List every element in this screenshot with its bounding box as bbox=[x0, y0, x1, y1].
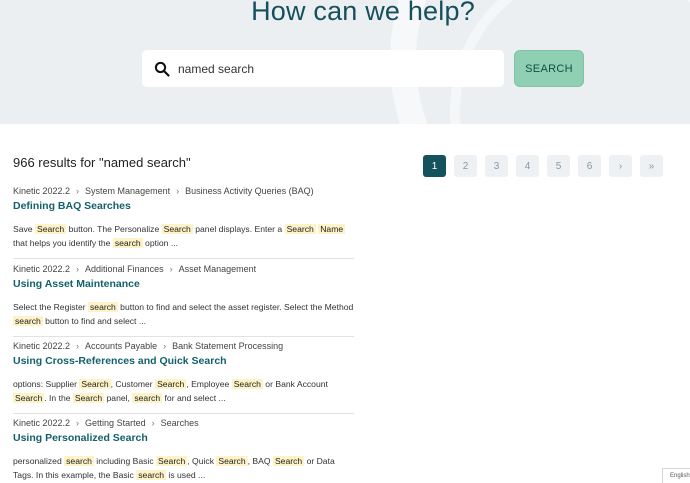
search-term-highlight: Search bbox=[72, 393, 105, 403]
result-snippet: Save Search button. The Personalize Sear… bbox=[13, 222, 354, 250]
snippet-text: options: Supplier bbox=[13, 379, 80, 389]
search-term-highlight: search bbox=[13, 316, 43, 326]
breadcrumb-separator-icon: › bbox=[169, 264, 173, 274]
search-term-highlight: Search bbox=[34, 224, 67, 234]
result-divider bbox=[13, 258, 354, 259]
page-button-5[interactable]: 5 bbox=[547, 155, 570, 177]
result-item: Kinetic 2022.2 › Getting Started › Searches U… bbox=[13, 418, 354, 482]
result-title-link[interactable]: Defining BAQ Searches bbox=[13, 200, 354, 212]
breadcrumb-item[interactable]: Searches bbox=[161, 418, 199, 428]
breadcrumb-item[interactable]: System Management bbox=[85, 186, 170, 196]
breadcrumb-separator-icon: › bbox=[76, 264, 80, 274]
breadcrumb-separator-icon: › bbox=[76, 418, 80, 428]
results-count: 966 results for "named search" bbox=[13, 155, 191, 170]
snippet-text: button to find and select the asset regi… bbox=[117, 302, 354, 312]
result-title-link[interactable]: Using Asset Maintenance bbox=[13, 278, 354, 290]
page-title: How can we help? bbox=[251, 0, 475, 26]
breadcrumb-item[interactable]: Bank Statement Processing bbox=[172, 341, 283, 351]
result-snippet: options: Supplier Search, Customer Searc… bbox=[13, 377, 354, 405]
search-button[interactable]: SEARCH bbox=[514, 50, 584, 87]
search-term-highlight: Search bbox=[156, 456, 188, 466]
pagination: 1 2 3 4 5 6 › » bbox=[423, 155, 663, 177]
breadcrumb-separator-icon: › bbox=[151, 418, 155, 428]
search-term-highlight: Search bbox=[155, 379, 187, 389]
page-button-1[interactable]: 1 bbox=[423, 155, 446, 177]
search-term-highlight: search bbox=[112, 238, 143, 248]
snippet-text: panel, bbox=[104, 393, 133, 403]
breadcrumb-item[interactable]: Asset Management bbox=[179, 264, 257, 274]
search-term-highlight: Search bbox=[13, 393, 45, 403]
search-term-highlight: Search bbox=[231, 379, 263, 389]
result-title-link[interactable]: Using Personalized Search bbox=[13, 432, 354, 444]
search-term-highlight: Search bbox=[161, 224, 193, 234]
result-snippet: Select the Register search button to fin… bbox=[13, 300, 354, 328]
breadcrumb: Kinetic 2022.2 › Getting Started › Searches bbox=[13, 418, 354, 428]
search-box[interactable] bbox=[142, 50, 504, 87]
breadcrumb-item[interactable]: Business Activity Queries (BAQ) bbox=[185, 186, 314, 196]
snippet-text: is used ... bbox=[166, 470, 206, 480]
snippet-text: or Bank Account bbox=[262, 379, 328, 389]
snippet-text: Select the Register bbox=[13, 302, 88, 312]
snippet-text: that helps you identify the bbox=[13, 238, 113, 248]
breadcrumb: Kinetic 2022.2 › Additional Finances › Asset… bbox=[13, 264, 354, 274]
snippet-text: including Basic bbox=[93, 456, 157, 466]
search-term-highlight: Search bbox=[79, 379, 111, 389]
page-button-6[interactable]: 6 bbox=[578, 155, 601, 177]
result-item: Kinetic 2022.2 › System Management › Busines… bbox=[13, 186, 354, 250]
search-term-highlight: Search bbox=[216, 456, 248, 466]
snippet-text: , BAQ bbox=[247, 456, 273, 466]
breadcrumb-separator-icon: › bbox=[76, 186, 80, 196]
search-term-highlight: Search bbox=[272, 456, 305, 466]
result-title-link[interactable]: Using Cross-References and Quick Search bbox=[13, 355, 354, 367]
search-term-highlight: search bbox=[64, 456, 94, 466]
snippet-text: button to find and select ... bbox=[42, 316, 146, 326]
result-item: Kinetic 2022.2 › Additional Finances › Asset… bbox=[13, 264, 354, 328]
snippet-text: button. The Personalize bbox=[66, 224, 162, 234]
search-icon bbox=[154, 61, 170, 77]
search-term-highlight: search bbox=[136, 470, 167, 480]
search-term-highlight: Search bbox=[284, 224, 316, 234]
result-divider bbox=[13, 413, 354, 414]
page-button-3[interactable]: 3 bbox=[485, 155, 508, 177]
next-page-button[interactable]: › bbox=[609, 155, 632, 177]
search-term-highlight: Name bbox=[318, 224, 346, 234]
snippet-text: , Quick bbox=[187, 456, 217, 466]
breadcrumb-item[interactable]: Accounts Payable bbox=[85, 341, 157, 351]
result-divider bbox=[13, 336, 354, 337]
breadcrumb-separator-icon: › bbox=[76, 341, 80, 351]
breadcrumb-item[interactable]: Getting Started bbox=[85, 418, 146, 428]
page-button-4[interactable]: 4 bbox=[516, 155, 539, 177]
search-term-highlight: search bbox=[132, 393, 163, 403]
search-input[interactable] bbox=[178, 61, 478, 76]
breadcrumb-separator-icon: › bbox=[176, 186, 180, 196]
breadcrumb: Kinetic 2022.2 › Accounts Payable › Bank Sta… bbox=[13, 341, 354, 351]
breadcrumb-item[interactable]: Additional Finances bbox=[85, 264, 164, 274]
breadcrumb-item[interactable]: Kinetic 2022.2 bbox=[13, 341, 70, 351]
snippet-text: for and select ... bbox=[162, 393, 226, 403]
search-term-highlight: search bbox=[88, 302, 118, 312]
snippet-text: option ... bbox=[142, 238, 179, 248]
snippet-text: Save bbox=[13, 224, 35, 234]
breadcrumb-separator-icon: › bbox=[163, 341, 167, 351]
breadcrumb-item[interactable]: Kinetic 2022.2 bbox=[13, 418, 70, 428]
snippet-text: , Employee bbox=[186, 379, 232, 389]
language-selector[interactable]: English bbox=[662, 468, 690, 483]
page-button-2[interactable]: 2 bbox=[454, 155, 477, 177]
snippet-text: personalized bbox=[13, 456, 65, 466]
snippet-text: , Customer bbox=[110, 379, 156, 389]
hero-banner: How can we help? SEARCH bbox=[0, 0, 690, 124]
last-page-button[interactable]: » bbox=[640, 155, 663, 177]
snippet-text: panel displays. Enter a bbox=[192, 224, 285, 234]
result-snippet: personalized search including Basic Sear… bbox=[13, 454, 354, 482]
breadcrumb-item[interactable]: Kinetic 2022.2 bbox=[13, 264, 70, 274]
snippet-text: . In the bbox=[44, 393, 73, 403]
breadcrumb: Kinetic 2022.2 › System Management › Busines… bbox=[13, 186, 354, 196]
result-item: Kinetic 2022.2 › Accounts Payable › Bank Sta… bbox=[13, 341, 354, 405]
breadcrumb-item[interactable]: Kinetic 2022.2 bbox=[13, 186, 70, 196]
